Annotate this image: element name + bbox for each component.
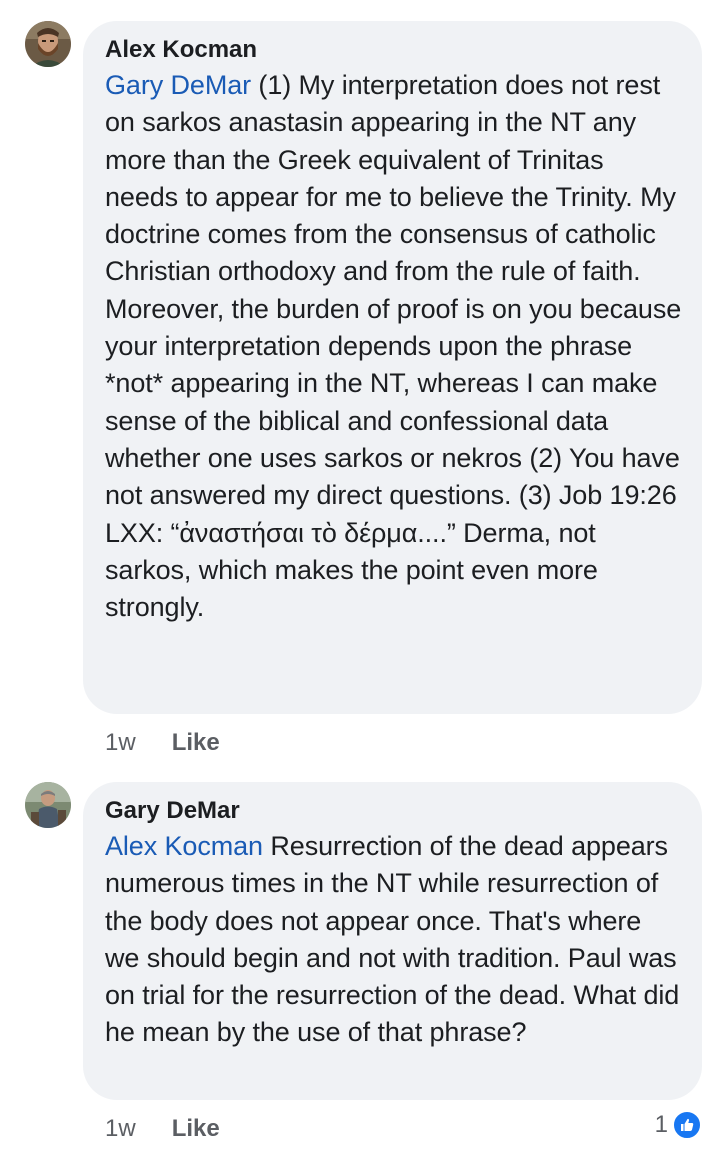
comment-text: (1) My interpretation does not rest on s… [105,70,682,623]
avatar-alex-kocman[interactable] [25,21,71,67]
comment-timestamp[interactable]: 1w [105,729,136,757]
like-button[interactable]: Like [172,729,220,757]
like-button[interactable]: Like [172,1115,220,1143]
thumbs-up-icon [672,1110,702,1140]
reaction-summary[interactable]: 1 [655,1110,702,1140]
comment-actions: 1w Like [105,729,220,757]
comment-author[interactable]: Alex Kocman [105,35,682,65]
comment-author[interactable]: Gary DeMar [105,796,682,826]
comment-body: Alex Kocman Resurrection of the dead app… [105,828,682,1052]
avatar-gary-demar[interactable] [25,782,71,828]
comment-text: Resurrection of the dead appears numerou… [105,831,680,1048]
reaction-count: 1 [654,1111,668,1138]
comment-thread: Alex Kocman Gary DeMar (1) My interpreta… [0,0,720,1155]
comment-bubble: Gary DeMar Alex Kocman Resurrection of t… [83,782,702,1100]
man-outdoors-avatar-icon [25,782,71,828]
comment-timestamp[interactable]: 1w [105,1115,136,1143]
mention-link[interactable]: Alex Kocman [105,831,263,861]
comment-body: Gary DeMar (1) My interpretation does no… [105,67,682,626]
comment-bubble: Alex Kocman Gary DeMar (1) My interpreta… [83,21,702,714]
mention-link[interactable]: Gary DeMar [105,70,251,100]
comment-actions: 1w Like [105,1115,220,1143]
bearded-man-avatar-icon [25,21,71,67]
